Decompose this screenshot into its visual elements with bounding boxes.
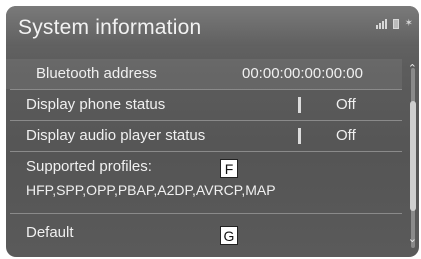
chevron-down-icon[interactable]: ⌄ bbox=[408, 232, 417, 245]
display-audio-player-status-value: Off bbox=[336, 127, 356, 144]
page-title: System information bbox=[18, 16, 202, 39]
toggle-indicator bbox=[298, 97, 301, 113]
toggle-indicator bbox=[298, 128, 301, 144]
status-icons: ✶ bbox=[375, 18, 413, 29]
signal-bars-icon bbox=[375, 19, 387, 29]
display-phone-status-row[interactable]: Display phone status Off bbox=[6, 90, 402, 120]
screen: System information ✶ Bluetooth address 0… bbox=[0, 0, 421, 259]
bluetooth-icon: ✶ bbox=[404, 18, 413, 29]
display-audio-player-status-row[interactable]: Display audio player status Off bbox=[6, 121, 402, 151]
supported-profiles-label: Supported profiles: bbox=[26, 158, 152, 175]
bluetooth-address-label: Bluetooth address bbox=[36, 65, 157, 82]
supported-profiles-value: HFP,SPP,OPP,PBAP,A2DP,AVRCP,MAP bbox=[26, 182, 276, 198]
callout-marker-g: G bbox=[220, 226, 238, 245]
callout-marker-f: F bbox=[220, 159, 238, 178]
system-information-panel: System information ✶ Bluetooth address 0… bbox=[6, 6, 419, 257]
display-audio-player-status-label: Display audio player status bbox=[26, 127, 206, 144]
bluetooth-address-value: 00:00:00:00:00:00 bbox=[242, 65, 363, 82]
supported-profiles-row: Supported profiles: HFP,SPP,OPP,PBAP,A2D… bbox=[6, 154, 402, 208]
display-phone-status-value: Off bbox=[336, 96, 356, 113]
default-row[interactable]: Default bbox=[6, 218, 402, 248]
battery-icon bbox=[392, 19, 399, 29]
scrollbar-thumb[interactable] bbox=[410, 101, 416, 211]
divider bbox=[10, 151, 402, 152]
divider bbox=[10, 213, 402, 214]
bluetooth-address-row: Bluetooth address 00:00:00:00:00:00 bbox=[6, 59, 402, 89]
default-button-label: Default bbox=[26, 224, 74, 241]
display-phone-status-label: Display phone status bbox=[26, 96, 166, 113]
header-bar: System information ✶ bbox=[6, 6, 419, 46]
